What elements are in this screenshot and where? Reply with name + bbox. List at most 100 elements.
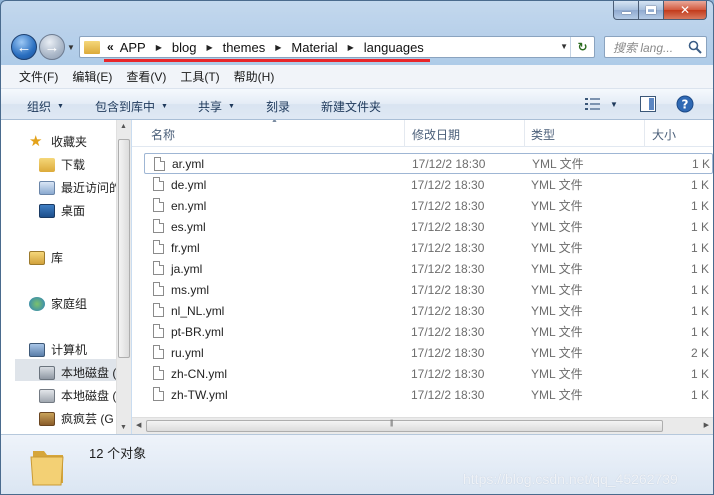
sort-ascending-icon: ▲ <box>271 120 278 124</box>
file-size: 1 K <box>691 387 710 402</box>
dropdown-arrow-icon: ▼ <box>228 103 235 110</box>
column-divider[interactable] <box>524 120 525 147</box>
back-button[interactable]: ← <box>11 34 37 60</box>
view-options-icon[interactable] <box>585 97 601 111</box>
file-date: 17/12/2 18:30 <box>411 240 485 255</box>
nav-label: 库 <box>51 251 64 265</box>
scrollbar-thumb[interactable] <box>118 139 130 358</box>
nav-item-favorites[interactable]: ★ 收藏夹 <box>29 133 87 150</box>
nav-item-downloads[interactable]: 下载 <box>39 156 85 173</box>
nav-item-crazy-cloud[interactable]: 疯疯芸 (G <box>39 410 114 427</box>
breadcrumb-item-app[interactable]: APP <box>120 40 146 55</box>
item-count: 12 个对象 <box>89 446 147 461</box>
file-name: fr.yml <box>171 240 200 255</box>
file-list-hscrollbar[interactable]: ◀ ||| ▶ <box>132 417 713 434</box>
scrollbar-thumb[interactable] <box>146 420 663 432</box>
file-row[interactable]: fr.yml 17/12/2 18:30 YML 文件 1 K <box>144 237 713 258</box>
file-row[interactable]: es.yml 17/12/2 18:30 YML 文件 1 K <box>144 216 713 237</box>
refresh-button[interactable]: ↻ <box>570 37 594 57</box>
file-name: ms.yml <box>171 282 209 297</box>
organize-button[interactable]: 组织 ▼ <box>27 98 64 115</box>
file-type: YML 文件 <box>532 157 584 171</box>
file-type: YML 文件 <box>531 388 583 402</box>
menu-tools[interactable]: 工具(T) <box>180 68 219 85</box>
file-icon <box>153 282 164 296</box>
organize-label: 组织 <box>27 100 52 114</box>
folder-icon <box>84 40 100 54</box>
menu-help[interactable]: 帮助(H) <box>234 68 275 85</box>
view-dropdown-icon[interactable]: ▼ <box>610 100 618 109</box>
burn-button[interactable]: 刻录 <box>266 98 290 115</box>
explorer-window: ✕ ← → ▼ « APP ▶ blog ▶ themes ▶ Material… <box>0 0 714 495</box>
minimize-button[interactable] <box>613 1 639 20</box>
search-input[interactable]: 搜索 lang... <box>604 36 707 58</box>
column-size[interactable]: 大小 <box>652 126 676 143</box>
nav-label: 桌面 <box>61 204 86 218</box>
file-size: 1 K <box>691 240 710 255</box>
help-icon[interactable]: ? <box>676 95 694 113</box>
chevron-right-icon[interactable]: ▶ <box>156 43 162 52</box>
file-row[interactable]: zh-CN.yml 17/12/2 18:30 YML 文件 1 K <box>144 363 713 384</box>
file-date: 17/12/2 18:30 <box>412 156 486 171</box>
file-type: YML 文件 <box>531 367 583 381</box>
caption-buttons: ✕ <box>613 1 707 20</box>
file-row[interactable]: ru.yml 17/12/2 18:30 YML 文件 2 K <box>144 342 713 363</box>
nav-label: 最近访问的 <box>61 181 122 195</box>
breadcrumb-item-themes[interactable]: themes <box>223 40 266 55</box>
nav-item-recent[interactable]: 最近访问的 <box>39 179 121 196</box>
scroll-right-icon[interactable]: ▶ <box>704 421 709 429</box>
breadcrumb-item-material[interactable]: Material <box>291 40 337 55</box>
breadcrumb-item-languages[interactable]: languages <box>364 40 424 55</box>
new-folder-button[interactable]: 新建文件夹 <box>321 98 381 115</box>
scroll-down-icon[interactable]: ▼ <box>120 424 127 431</box>
file-size: 2 K <box>691 345 710 360</box>
forward-button[interactable]: → <box>39 34 65 60</box>
recent-pages-dropdown[interactable]: ▼ <box>67 43 75 52</box>
file-row[interactable]: ja.yml 17/12/2 18:30 YML 文件 1 K <box>144 258 713 279</box>
nav-item-computer[interactable]: 计算机 <box>29 341 87 358</box>
chevron-right-icon[interactable]: ▶ <box>206 43 212 52</box>
column-name[interactable]: 名称 <box>151 126 175 143</box>
column-divider[interactable] <box>644 120 645 147</box>
include-in-library-button[interactable]: 包含到库中 ▼ <box>95 98 168 115</box>
desktop-icon <box>39 203 55 218</box>
preview-pane-icon[interactable] <box>640 96 656 112</box>
menu-file[interactable]: 文件(F) <box>19 68 58 85</box>
nav-item-libraries[interactable]: 库 <box>29 249 63 266</box>
maximize-button[interactable] <box>639 1 664 20</box>
breadcrumb-overflow[interactable]: « <box>107 40 114 54</box>
file-list: ▲ 名称 修改日期 类型 大小 ar.yml 17/12/2 18:30 YML 文… <box>132 120 713 434</box>
nav-item-local-disk-d[interactable]: 本地磁盘 ( <box>39 387 116 404</box>
scroll-left-icon[interactable]: ◀ <box>136 421 141 429</box>
breadcrumb-item-blog[interactable]: blog <box>172 40 197 55</box>
drive-icon <box>39 388 55 403</box>
chevron-right-icon[interactable]: ▶ <box>275 43 281 52</box>
file-name: zh-TW.yml <box>171 387 228 402</box>
file-row[interactable]: de.yml 17/12/2 18:30 YML 文件 1 K <box>144 174 713 195</box>
nav-pane-scrollbar[interactable]: ▲ ▼ <box>116 120 131 434</box>
file-row[interactable]: ar.yml 17/12/2 18:30 YML 文件 1 K <box>144 153 713 174</box>
nav-label: 疯疯芸 (G <box>61 412 114 426</box>
file-row[interactable]: nl_NL.yml 17/12/2 18:30 YML 文件 1 K <box>144 300 713 321</box>
nav-item-homegroup[interactable]: 家庭组 <box>29 295 87 312</box>
column-type[interactable]: 类型 <box>531 126 555 143</box>
file-type: YML 文件 <box>531 262 583 276</box>
file-row[interactable]: ms.yml 17/12/2 18:30 YML 文件 1 K <box>144 279 713 300</box>
file-row[interactable]: en.yml 17/12/2 18:30 YML 文件 1 K <box>144 195 713 216</box>
menu-edit[interactable]: 编辑(E) <box>72 68 112 85</box>
column-divider[interactable] <box>404 120 405 147</box>
file-row[interactable]: pt-BR.yml 17/12/2 18:30 YML 文件 1 K <box>144 321 713 342</box>
close-button[interactable]: ✕ <box>664 1 707 20</box>
scroll-up-icon[interactable]: ▲ <box>120 123 127 130</box>
menu-view[interactable]: 查看(V) <box>126 68 166 85</box>
address-bar[interactable]: « APP ▶ blog ▶ themes ▶ Material ▶ langu… <box>79 36 595 58</box>
column-modified[interactable]: 修改日期 <box>412 126 460 143</box>
address-dropdown-icon[interactable]: ▼ <box>560 42 568 51</box>
network-drive-icon <box>39 411 55 426</box>
share-button[interactable]: 共享 ▼ <box>198 98 235 115</box>
file-size: 1 K <box>691 177 710 192</box>
chevron-right-icon[interactable]: ▶ <box>348 43 354 52</box>
nav-item-local-disk-c[interactable]: 本地磁盘 ( <box>39 364 116 381</box>
nav-item-desktop[interactable]: 桌面 <box>39 202 85 219</box>
file-row[interactable]: zh-TW.yml 17/12/2 18:30 YML 文件 1 K <box>144 384 713 405</box>
